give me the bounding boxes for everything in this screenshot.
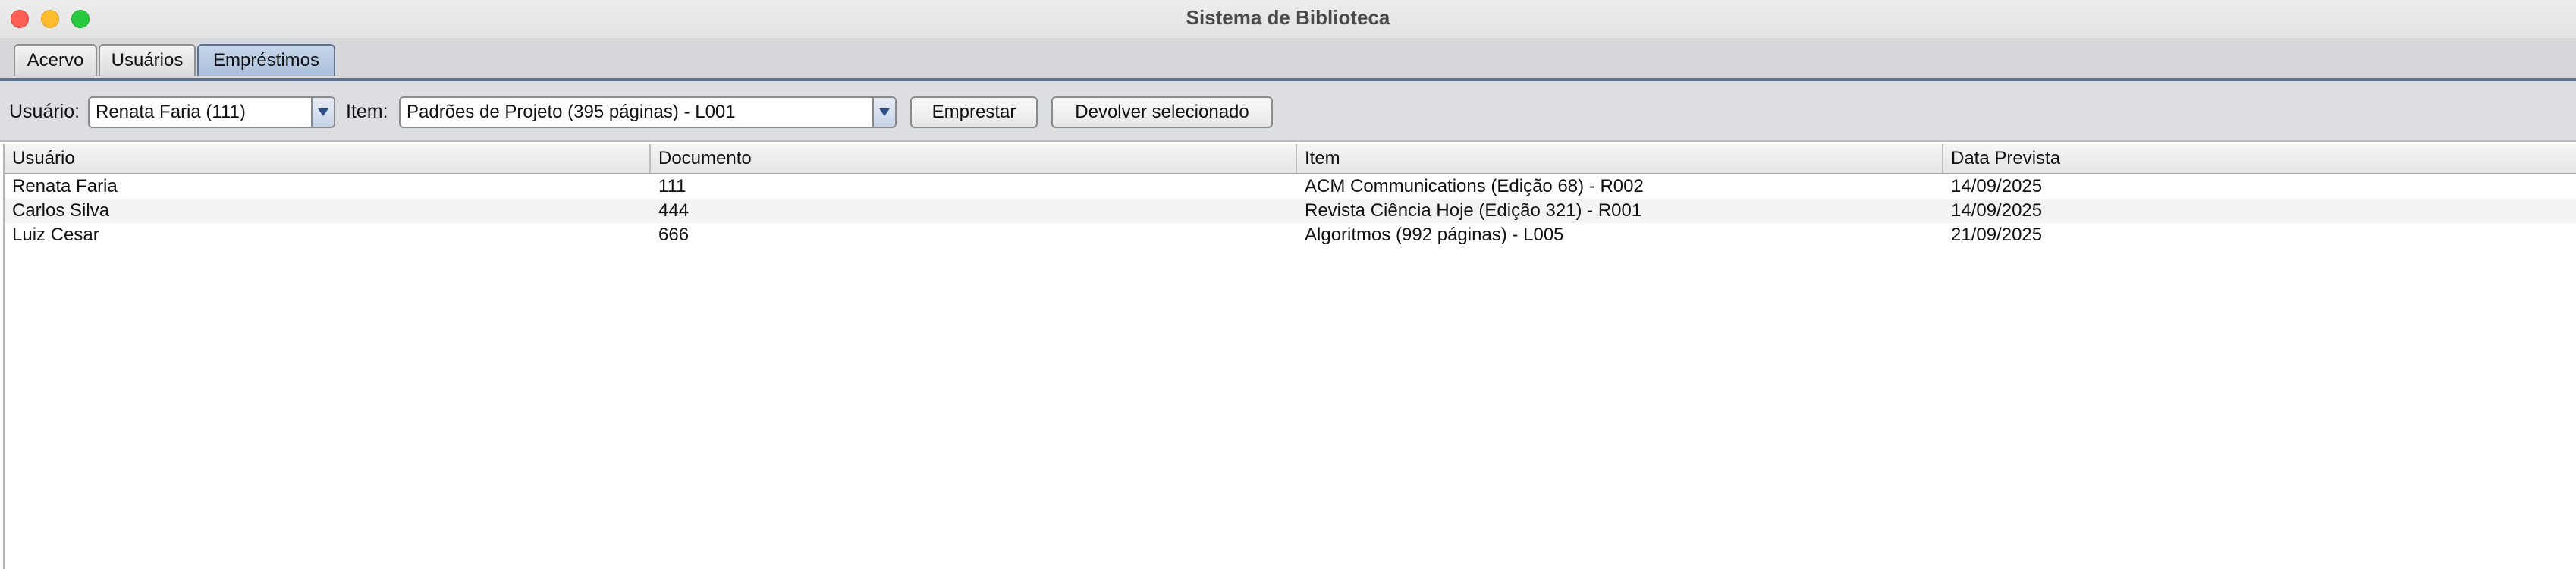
table-row[interactable]: Renata Faria 111 ACM Communications (Edi… (5, 174, 2576, 199)
title-bar: Sistema de Biblioteca (0, 0, 2576, 39)
column-header-usuario[interactable]: Usuário (5, 144, 651, 173)
user-select[interactable]: Renata Faria (111) (88, 96, 335, 128)
table-row[interactable]: Luiz Cesar 666 Algoritmos (992 páginas) … (5, 223, 2576, 247)
cell-data-prevista: 14/09/2025 (1951, 200, 2043, 221)
tab-usuarios[interactable]: Usuários (99, 44, 196, 76)
chevron-down-icon[interactable] (311, 98, 334, 127)
loans-table: Usuário Documento Item Data Prevista Ren… (3, 144, 2576, 569)
tab-acervo[interactable]: Acervo (14, 44, 97, 76)
lend-button[interactable]: Emprestar (910, 96, 1038, 128)
tab-strip: Acervo Usuários Empréstimos (0, 39, 2576, 80)
chevron-down-icon[interactable] (872, 98, 895, 127)
item-select[interactable]: Padrões de Projeto (395 páginas) - L001 (399, 96, 897, 128)
window-title: Sistema de Biblioteca (1186, 6, 1390, 29)
cell-item: ACM Communications (Edição 68) - R002 (1305, 176, 1644, 196)
cell-documento: 444 (658, 200, 690, 221)
column-header-item[interactable]: Item (1297, 144, 1943, 173)
table-row[interactable]: Carlos Silva 444 Revista Ciência Hoje (E… (5, 199, 2576, 223)
cell-item: Revista Ciência Hoje (Edição 321) - R001 (1305, 200, 1642, 221)
user-label: Usuário: (9, 101, 80, 122)
cell-data-prevista: 14/09/2025 (1951, 176, 2043, 196)
tab-emprestimos[interactable]: Empréstimos (197, 44, 335, 76)
loan-toolbar: Usuário: Renata Faria (111) Item: Padrõe… (0, 81, 2576, 142)
cell-documento: 111 (658, 176, 686, 196)
cell-usuario: Carlos Silva (12, 200, 110, 221)
item-select-value: Padrões de Projeto (395 páginas) - L001 (407, 102, 736, 122)
return-selected-button[interactable]: Devolver selecionado (1051, 96, 1273, 128)
column-header-documento[interactable]: Documento (651, 144, 1297, 173)
cell-item: Algoritmos (992 páginas) - L005 (1305, 225, 1564, 245)
cell-usuario: Renata Faria (12, 176, 118, 196)
item-label: Item: (346, 101, 388, 122)
user-select-value: Renata Faria (111) (96, 102, 246, 122)
cell-usuario: Luiz Cesar (12, 225, 99, 245)
table-header: Usuário Documento Item Data Prevista (5, 144, 2576, 174)
cell-documento: 666 (658, 225, 690, 245)
column-header-data-prevista[interactable]: Data Prevista (1943, 144, 2576, 173)
cell-data-prevista: 21/09/2025 (1951, 225, 2043, 245)
